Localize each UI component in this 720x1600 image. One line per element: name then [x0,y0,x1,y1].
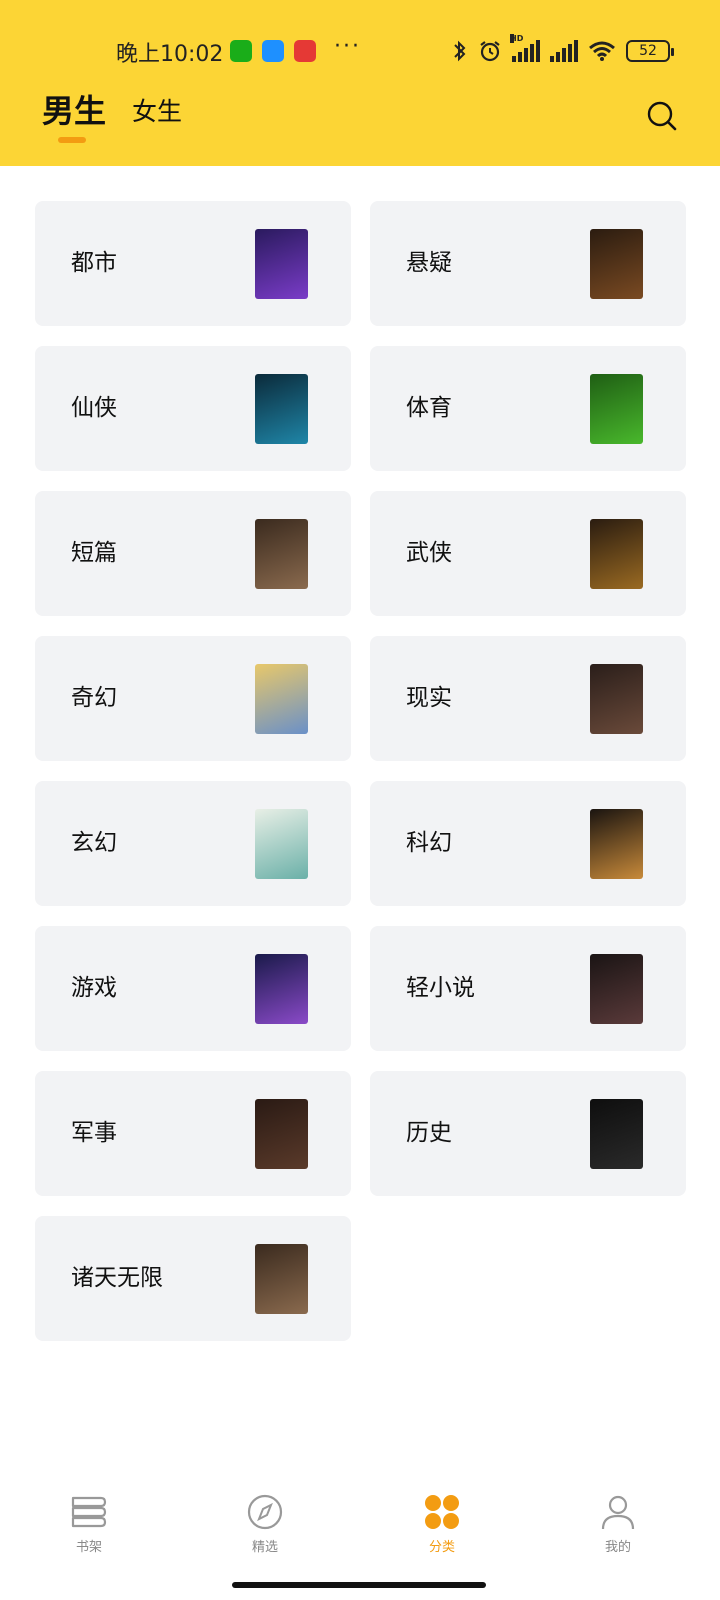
category-label: 游戏 [71,975,117,1001]
tab-male[interactable]: 男生 [42,86,106,132]
nav-bookshelf[interactable]: 书架 [39,1494,139,1555]
book-cover-thumbnail [255,1099,308,1169]
wechat-notification-icon [230,40,252,62]
status-time: 晚上10:02 [116,42,224,67]
cellular-signal-1-icon: HD [510,34,540,62]
hd-label: HD [510,34,524,43]
search-icon[interactable] [646,100,678,132]
nav-profile[interactable]: 我的 [568,1494,668,1555]
tab-female[interactable]: 女生 [132,92,182,128]
category-label: 武侠 [406,540,452,566]
book-cover-thumbnail [590,374,643,444]
category-label: 体育 [406,395,452,421]
category-card[interactable]: 体育 [370,346,686,471]
active-tab-indicator [58,137,86,143]
category-label: 都市 [71,250,117,276]
category-card[interactable]: 武侠 [370,491,686,616]
bottom-nav: 书架 精选 分类 我的 [0,1480,720,1580]
wifi-icon [589,41,615,61]
category-card[interactable]: 诸天无限 [35,1216,351,1341]
battery-indicator: 52 [626,40,674,62]
category-label: 诸天无限 [71,1265,163,1291]
category-card[interactable]: 仙侠 [35,346,351,471]
bluetooth-icon [454,40,466,62]
book-cover-thumbnail [590,809,643,879]
category-card[interactable]: 都市 [35,201,351,326]
category-label: 现实 [406,685,452,711]
app-notification-icon [262,40,284,62]
book-cover-thumbnail [255,519,308,589]
category-card[interactable]: 游戏 [35,926,351,1051]
nav-label-bookshelf: 书架 [75,1540,102,1555]
category-label: 轻小说 [406,975,475,1001]
book-cover-thumbnail [590,1099,643,1169]
category-card[interactable]: 科幻 [370,781,686,906]
book-cover-thumbnail [255,229,308,299]
book-cover-thumbnail [255,809,308,879]
category-label: 悬疑 [406,250,452,276]
book-cover-thumbnail [255,1244,308,1314]
book-cover-thumbnail [255,374,308,444]
nav-label-profile: 我的 [604,1540,631,1555]
category-label: 玄幻 [71,830,117,856]
category-icon [425,1495,459,1529]
category-card[interactable]: 悬疑 [370,201,686,326]
category-card[interactable]: 玄幻 [35,781,351,906]
book-cover-thumbnail [590,229,643,299]
category-card[interactable]: 军事 [35,1071,351,1196]
bookshelf-icon [71,1496,107,1528]
cellular-signal-2-icon [550,40,578,62]
header: 晚上10:02 ··· HD 52 男生 女生 [0,0,720,166]
category-label: 仙侠 [71,395,117,421]
book-cover-thumbnail [590,664,643,734]
category-card[interactable]: 现实 [370,636,686,761]
nav-category[interactable]: 分类 [392,1494,492,1555]
category-label: 奇幻 [71,685,117,711]
alarm-icon [480,41,500,62]
music-notification-icon [294,40,316,62]
more-notifications-icon: ··· [334,34,361,59]
nav-label-featured: 精选 [251,1540,278,1555]
home-indicator[interactable] [232,1582,486,1588]
book-cover-thumbnail [590,519,643,589]
category-label: 历史 [406,1120,452,1146]
category-label: 短篇 [71,540,117,566]
category-card[interactable]: 轻小说 [370,926,686,1051]
status-bar: 晚上10:02 ··· HD 52 [0,30,720,70]
status-indicators: HD 52 [452,34,674,64]
category-card[interactable]: 短篇 [35,491,351,616]
category-label: 科幻 [406,830,452,856]
book-cover-thumbnail [255,664,308,734]
user-icon [601,1495,635,1530]
category-card[interactable]: 历史 [370,1071,686,1196]
book-cover-thumbnail [255,954,308,1024]
nav-featured[interactable]: 精选 [215,1494,315,1555]
compass-icon [247,1494,283,1530]
category-label: 军事 [71,1120,117,1146]
book-cover-thumbnail [590,954,643,1024]
category-card[interactable]: 奇幻 [35,636,351,761]
nav-label-category: 分类 [428,1540,455,1555]
